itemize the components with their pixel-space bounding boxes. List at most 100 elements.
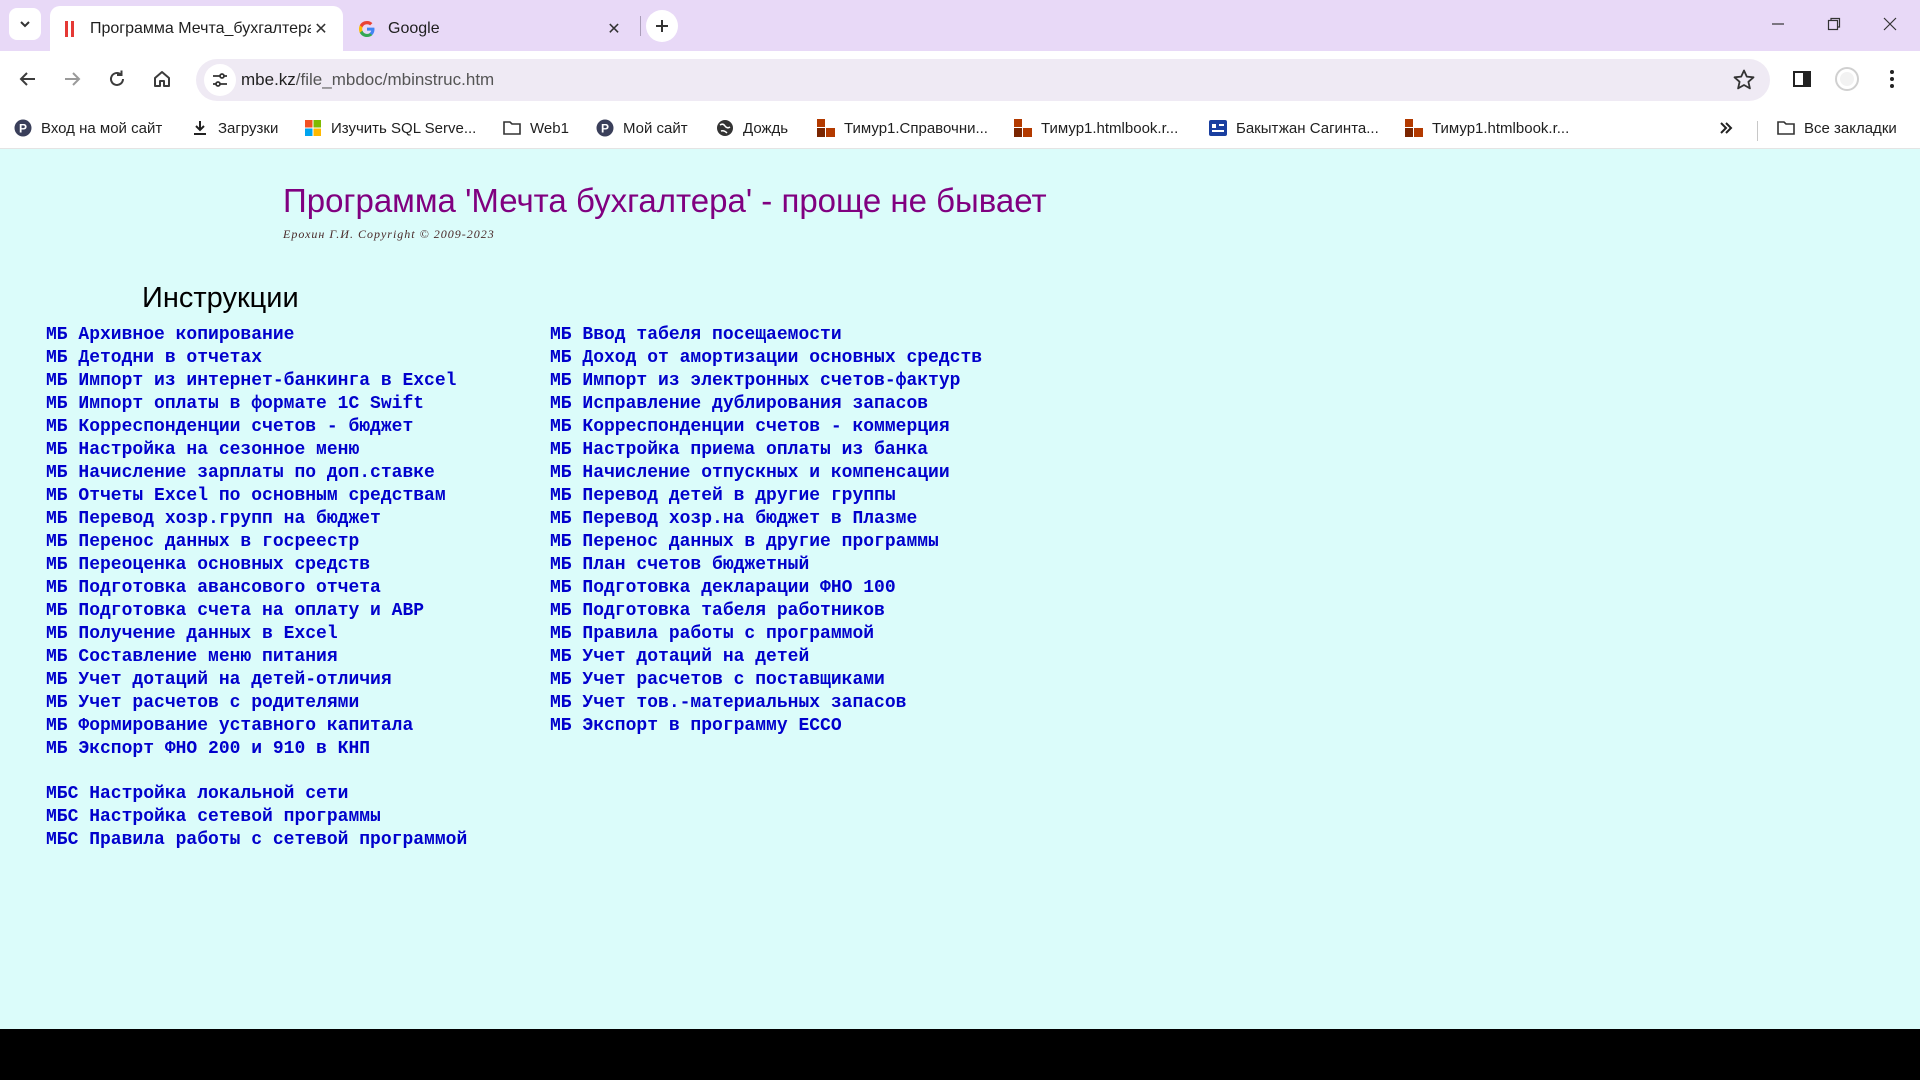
instruction-link[interactable]: МБ Импорт из интернет-банкинга в Excel [46,370,456,393]
download-icon [191,119,209,137]
bookmark-item[interactable]: Тимур1.Справочни... [817,115,988,141]
instruction-link[interactable]: МБ Перенос данных в другие программы [550,531,982,554]
instruction-link[interactable]: МБ Учет расчетов с родителями [46,692,456,715]
bookmark-item[interactable]: Изучить SQL Serve... [304,115,476,141]
instruction-link[interactable]: МБ Корреспонденции счетов - бюджет [46,416,456,439]
bookmark-item[interactable]: Бакытжан Сагинта... [1209,115,1379,141]
instruction-link[interactable]: МБС Правила работы с сетевой программой [46,829,467,852]
instruction-link[interactable]: МБ Учет дотаций на детей [550,646,982,669]
close-window-button[interactable] [1862,0,1918,48]
bookmark-label: Загрузки [218,119,279,137]
bookmarks-bar: P Вход на мой сайт Загрузки Изучить SQL … [0,107,1920,149]
instruction-link[interactable]: МБ Перевод хозр.на бюджет в Плазме [550,508,982,531]
bookmark-item[interactable]: Тимур1.htmlbook.r... [1014,115,1178,141]
avatar-icon [1835,67,1859,91]
instruction-link[interactable]: МБ Экспорт в программу ЕССО [550,715,982,738]
bookmark-item[interactable]: Тимур1.htmlbook.r... [1405,115,1569,141]
new-tab-button[interactable] [646,10,678,42]
side-panel-button[interactable] [1788,65,1816,93]
instruction-link[interactable]: МБ Настройка приема оплаты из банка [550,439,982,462]
bookmarks-separator [1757,121,1758,141]
profile-card-icon [1209,119,1227,137]
home-button[interactable] [144,61,180,97]
instruction-link[interactable]: МБ Начисление отпускных и компенсации [550,462,982,485]
back-button[interactable] [10,61,46,97]
instruction-link[interactable]: МБ Учет тов.-материальных запасов [550,692,982,715]
instruction-link[interactable]: МБ Доход от амортизации основных средств [550,347,982,370]
instruction-link[interactable]: МБ Перевод хозр.групп на бюджет [46,508,456,531]
instruction-link[interactable]: МБ Настройка на сезонное меню [46,439,456,462]
instruction-link[interactable]: МБ Детодни в отчетах [46,347,456,370]
instruction-link[interactable]: МБ Подготовка авансового отчета [46,577,456,600]
profile-button[interactable] [1833,65,1861,93]
side-panel-icon [1793,71,1811,87]
instruction-link[interactable]: МБ Подготовка табеля работников [550,600,982,623]
tab-google[interactable]: Google ✕ [346,6,636,51]
bookmark-label: Тимур1.Справочни... [844,119,988,137]
instruction-link[interactable]: МБ Правила работы с программой [550,623,982,646]
reload-button[interactable] [99,61,135,97]
bookmark-item[interactable]: P Вход на мой сайт [14,115,162,141]
instruction-link[interactable]: МБ Импорт из электронных счетов-фактур [550,370,982,393]
address-bar[interactable]: mbe.kz/file_mbdoc/mbinstruc.htm [196,59,1770,101]
bookmark-item[interactable]: Web1 [503,115,569,141]
close-tab-icon[interactable]: ✕ [311,19,331,39]
instruction-link[interactable]: МБ Импорт оплаты в формате 1C Swift [46,393,456,416]
minimize-button[interactable] [1750,0,1806,48]
instruction-link[interactable]: МБ Корреспонденции счетов - коммерция [550,416,982,439]
bookmark-label: Дождь [743,119,789,137]
bookmark-item[interactable]: Дождь [716,115,788,141]
instruction-link[interactable]: МБС Настройка сетевой программы [46,806,467,829]
instruction-link[interactable]: МБ Архивное копирование [46,324,456,347]
instruction-link[interactable]: МБ Подготовка декларации ФНО 100 [550,577,982,600]
bookmark-star-icon[interactable] [1732,68,1756,92]
section-title: Инструкции [142,282,299,314]
home-icon [154,71,170,87]
instruction-link[interactable]: МБ Исправление дублирования запасов [550,393,982,416]
forward-button[interactable] [54,61,90,97]
restore-icon [1827,17,1841,31]
bookmark-label: Все закладки [1804,119,1897,137]
instruction-link[interactable]: МБ Учет расчетов с поставщиками [550,669,982,692]
instructions-left-column: МБ Архивное копирование МБ Детодни в отче… [46,324,456,761]
instruction-link[interactable]: МБ Отчеты Excel по основным средствам [46,485,456,508]
all-bookmarks-button[interactable]: Все закладки [1777,115,1897,141]
instruction-link[interactable]: МБ Экспорт ФНО 200 и 910 в КНП [46,738,456,761]
site-info-button[interactable] [204,64,236,96]
copyright-text: Ерохин Г.И. Copyright © 2009-2023 [283,227,495,241]
arrow-left-icon [19,72,35,86]
bookmark-item[interactable]: Загрузки [191,115,278,141]
instruction-link[interactable]: МБ Перенос данных в госреестр [46,531,456,554]
tab-mechta[interactable]: Программа Мечта_бухгалтера ✕ [50,6,343,51]
close-tab-icon[interactable]: ✕ [604,19,624,39]
instruction-link[interactable]: МБ Составление меню питания [46,646,456,669]
taskbar-area [0,1029,1920,1080]
instruction-link[interactable]: МБ Ввод табеля посещаемости [550,324,982,347]
kebab-menu-icon [1890,70,1894,88]
instruction-link[interactable]: МБ Получение данных в Excel [46,623,456,646]
instruction-link[interactable]: МБС Настройка локальной сети [46,783,467,806]
more-bookmarks-button[interactable] [1718,115,1734,141]
url-text[interactable]: mbe.kz/file_mbdoc/mbinstruc.htm [241,70,494,90]
bookmark-label: Вход на мой сайт [41,119,163,137]
instruction-link[interactable]: МБ Формирование уставного капитала [46,715,456,738]
bookmark-label: Изучить SQL Serve... [331,119,477,137]
browser-menu-button[interactable] [1878,65,1906,93]
instruction-link[interactable]: МБ Учет дотаций на детей-отличия [46,669,456,692]
reload-icon [110,70,124,86]
bookmark-item[interactable]: P Мой сайт [596,115,688,141]
folder-icon [503,119,521,137]
instruction-link[interactable]: МБ Переоценка основных средств [46,554,456,577]
instruction-link[interactable]: МБ Начисление зарплаты по доп.ставке [46,462,456,485]
restore-button[interactable] [1806,0,1862,48]
instruction-link[interactable]: МБ План счетов бюджетный [550,554,982,577]
browser-toolbar: mbe.kz/file_mbdoc/mbinstruc.htm [0,51,1920,107]
svg-text:P: P [601,122,609,136]
page-content: Программа 'Мечта бухгалтера' - проще не … [0,149,1920,1029]
instruction-link[interactable]: МБ Перевод детей в другие группы [550,485,982,508]
instruction-link[interactable]: МБ Подготовка счета на оплату и АВР [46,600,456,623]
close-icon [1883,17,1897,31]
svg-text:P: P [19,122,27,136]
tab-search-button[interactable] [9,8,41,40]
url-path: /file_mbdoc/mbinstruc.htm [295,70,495,89]
